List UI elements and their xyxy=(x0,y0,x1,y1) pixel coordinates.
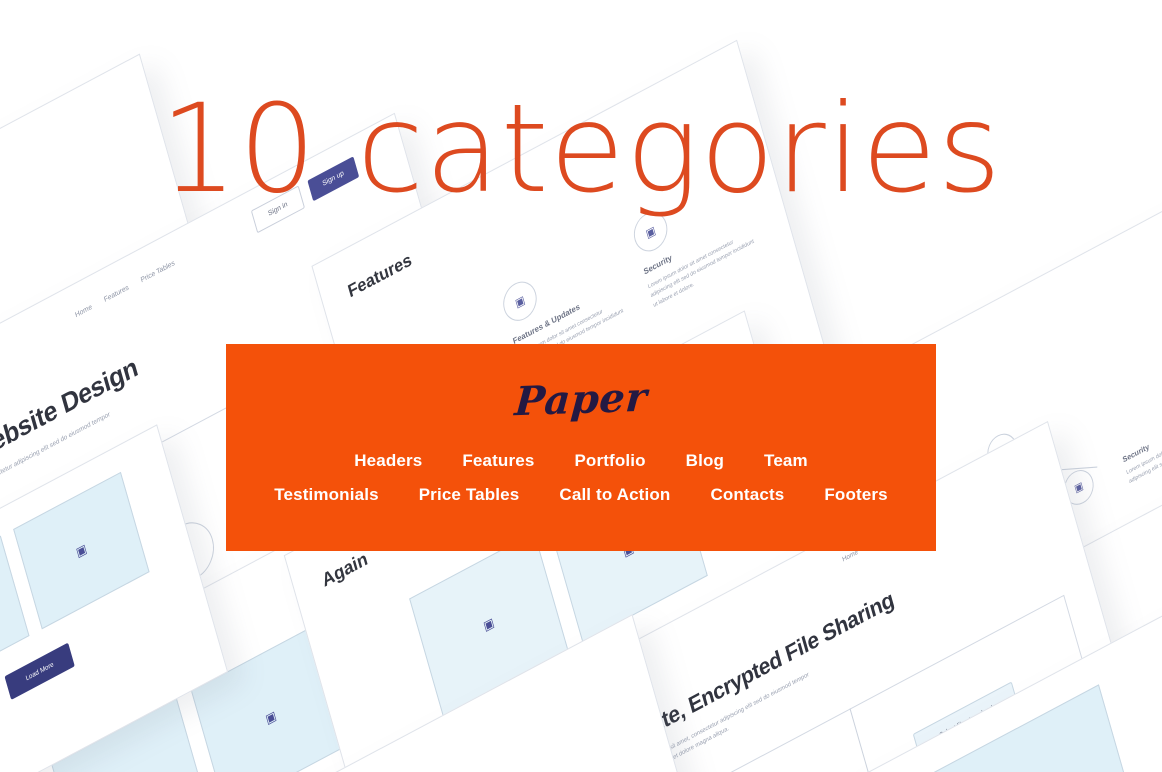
wireframe-heading: Again xyxy=(319,547,370,591)
brand-logo: Paper xyxy=(513,373,649,426)
wireframe-nav-item[interactable]: Home xyxy=(74,304,92,320)
promo-artboard: Home Features Contacts Paper Lorem ipsum… xyxy=(0,0,1162,772)
category-link-call-to-action[interactable]: Call to Action xyxy=(559,485,670,505)
category-nav-row-one: Headers Features Portfolio Blog Team xyxy=(226,451,936,471)
image-icon: ▣ xyxy=(481,614,496,634)
wireframe-nav-item[interactable]: Features xyxy=(103,284,129,304)
wireframe-sign-up-button[interactable]: Sign up xyxy=(307,156,360,202)
wireframe-heading: Features xyxy=(345,249,414,302)
category-nav-row-two: Testimonials Price Tables Call to Action… xyxy=(226,485,936,505)
category-link-team[interactable]: Team xyxy=(764,451,808,471)
wireframe-sign-in-button[interactable]: Sign in xyxy=(250,185,306,234)
category-link-portfolio[interactable]: Portfolio xyxy=(574,451,645,471)
image-icon: ▣ xyxy=(263,707,278,727)
category-link-footers[interactable]: Footers xyxy=(824,485,887,505)
category-nav: Headers Features Portfolio Blog Team Tes… xyxy=(226,451,936,505)
category-link-features[interactable]: Features xyxy=(462,451,534,471)
image-icon: ▣ xyxy=(74,541,89,561)
category-link-blog[interactable]: Blog xyxy=(686,451,724,471)
wireframe-load-more-button[interactable]: Load More xyxy=(4,642,75,700)
image-icon: ▣ xyxy=(629,205,672,258)
wireframe-portfolio-card[interactable]: ▣ xyxy=(13,471,150,630)
category-link-price-tables[interactable]: Price Tables xyxy=(419,485,520,505)
category-link-contacts[interactable]: Contacts xyxy=(710,485,784,505)
wireframe-nav-item[interactable]: Price Tables xyxy=(140,260,176,285)
category-link-headers[interactable]: Headers xyxy=(354,451,422,471)
promo-card: Paper Headers Features Portfolio Blog Te… xyxy=(226,344,936,551)
category-link-testimonials[interactable]: Testimonials xyxy=(274,485,378,505)
image-icon: ▣ xyxy=(498,275,541,328)
